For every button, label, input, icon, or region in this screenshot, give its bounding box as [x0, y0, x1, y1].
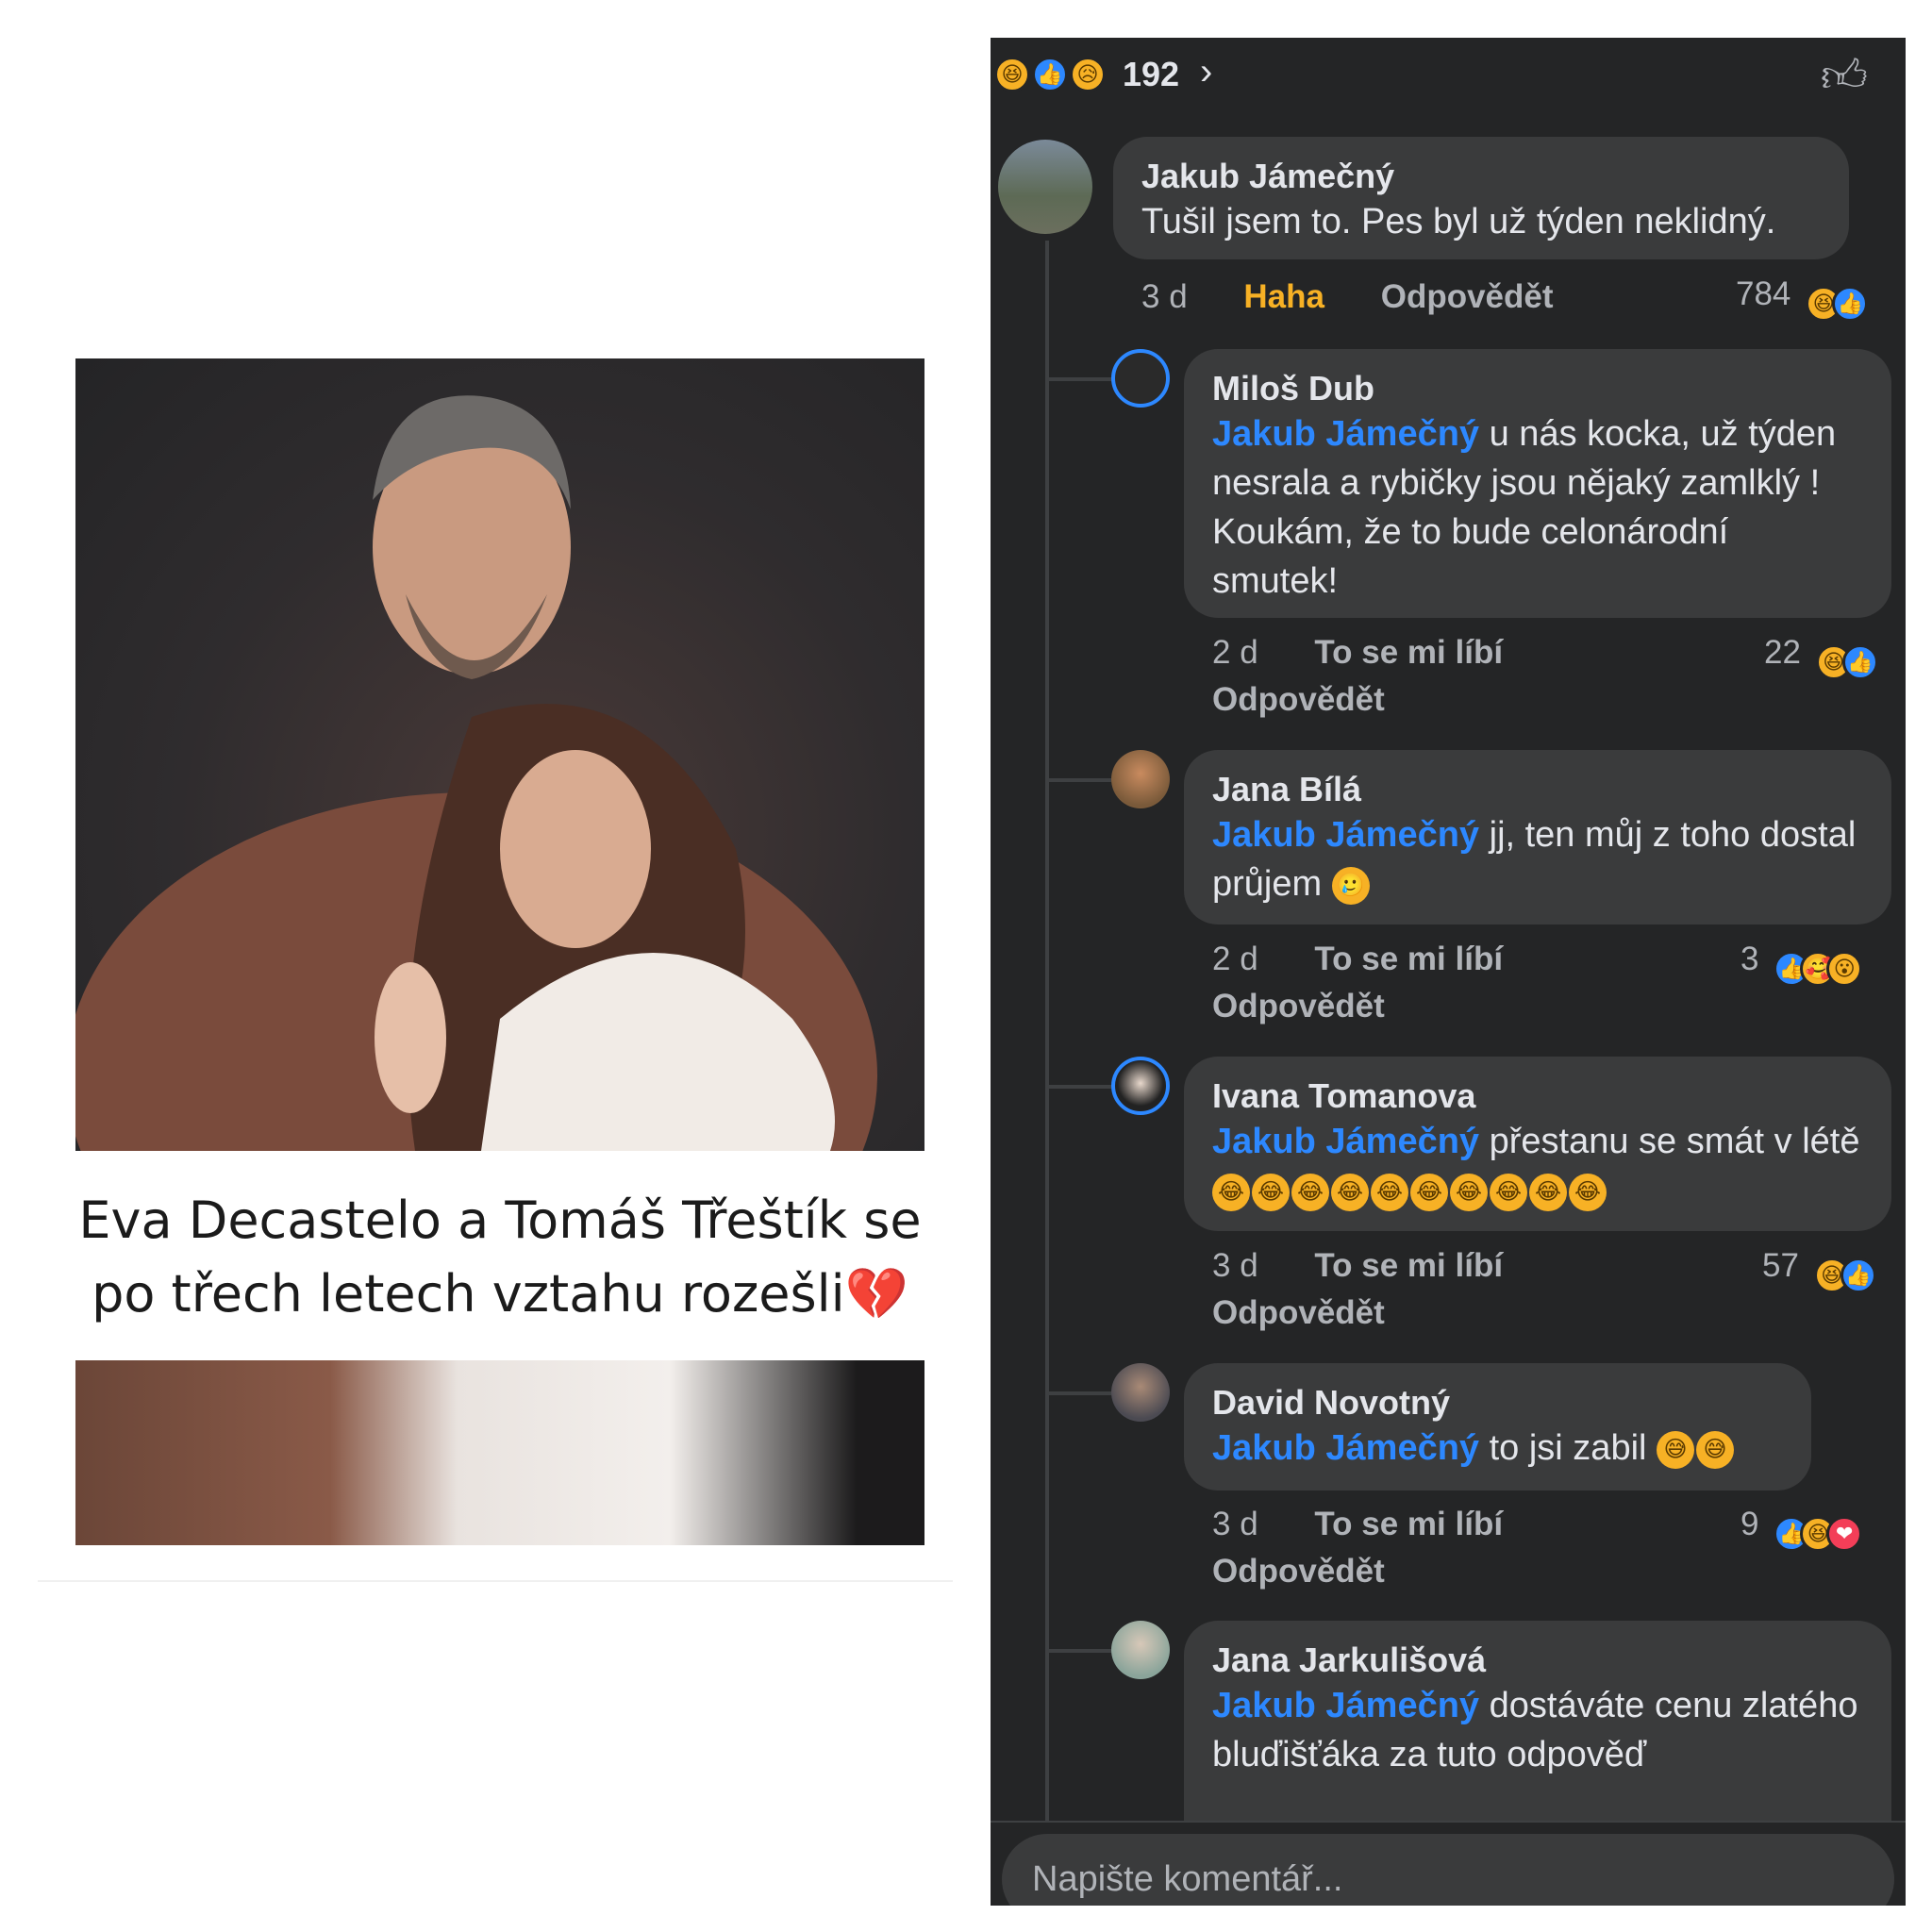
mention-link[interactable]: Jakub Jámečný: [1212, 414, 1479, 454]
avatar[interactable]: [1111, 1363, 1170, 1422]
like-button[interactable]: To se mi líbí: [1314, 634, 1503, 671]
reaction-count: 22: [1764, 634, 1801, 671]
like-button[interactable]: To se mi líbí: [1314, 941, 1503, 977]
comment-reactions[interactable]: 57 😆 👍: [1762, 1247, 1880, 1293]
reaction-count: 9: [1740, 1506, 1759, 1542]
comment-composer: Napište komentář...: [991, 1821, 1906, 1906]
sweat-smile-emoji-row: 😅 😅: [1657, 1428, 1736, 1469]
comment-text: přestanu se smát v létě: [1479, 1122, 1860, 1161]
mention-link[interactable]: Jakub Jámečný: [1212, 1122, 1479, 1161]
like-icon: 👍: [1841, 644, 1878, 680]
like-icon: 👍: [1032, 57, 1068, 92]
like-icon: 👍: [1840, 1257, 1876, 1293]
comment-actions: 3 d To se mi líbí: [1212, 1506, 1503, 1543]
comment-author[interactable]: Miloš Dub: [1212, 368, 1863, 409]
crying-face-icon: 🥲: [1331, 866, 1370, 905]
reaction-count: 784: [1736, 275, 1791, 312]
reply-button[interactable]: Odpovědět: [1381, 278, 1554, 315]
reply-connector: [1045, 1391, 1111, 1395]
comment-time: 3 d: [1212, 1247, 1258, 1284]
comment-input[interactable]: Napište komentář...: [1002, 1834, 1894, 1906]
comment-author[interactable]: Jana Bílá: [1212, 769, 1863, 810]
sad-icon: 😥: [1070, 57, 1106, 92]
comment-author[interactable]: David Novotný: [1212, 1382, 1783, 1424]
reply-connector: [1045, 1085, 1111, 1089]
comment-author[interactable]: Jana Jarkulišová: [1212, 1640, 1863, 1681]
reply-button[interactable]: Odpovědět: [1212, 988, 1385, 1025]
caption-text: Eva Decastelo a Tomáš Třeštík se po třec…: [78, 1191, 922, 1324]
comment-bubble: Jana Bílá Jakub Jámečný jj, ten můj z to…: [1184, 750, 1891, 924]
reactions-count: 192: [1123, 55, 1180, 93]
comment-reactions[interactable]: 9 👍 😆 ❤: [1740, 1506, 1875, 1552]
mention-link[interactable]: Jakub Jámečný: [1212, 1686, 1479, 1725]
post-caption: Eva Decastelo a Tomáš Třeštík se po třec…: [66, 1184, 934, 1331]
post-photo[interactable]: [75, 358, 924, 1151]
avatar[interactable]: [1111, 1621, 1170, 1679]
comments-panel: 😆 👍 😥 192 › 👍︎ Jakub Jámečný Tušil jsem …: [991, 38, 1906, 1906]
avatar[interactable]: [1111, 1057, 1170, 1115]
avatar[interactable]: [1111, 349, 1170, 408]
mention-link[interactable]: Jakub Jámečný: [1212, 815, 1479, 855]
thread-line: [1045, 241, 1049, 1835]
couple-photo-illustration: [75, 395, 877, 1151]
reaction-count: 3: [1740, 941, 1759, 977]
reply-connector: [1045, 1649, 1111, 1653]
comment-time: 2 d: [1212, 941, 1258, 977]
broken-heart-icon: 💔: [844, 1264, 908, 1324]
haha-reaction-button[interactable]: Haha: [1243, 278, 1324, 315]
post-photo-bottom: [75, 1360, 924, 1545]
post-divider: [38, 1580, 953, 1582]
comment-text: to jsi zabil: [1479, 1428, 1647, 1468]
reply-connector: [1045, 377, 1111, 381]
comment-actions: 3 d Haha Odpovědět: [1141, 278, 1554, 316]
reactions-summary[interactable]: 😆 👍 😥 192 › 👍︎: [991, 38, 1906, 113]
like-button[interactable]: To se mi líbí: [1314, 1506, 1503, 1542]
mention-link[interactable]: Jakub Jámečný: [1212, 1428, 1479, 1468]
avatar[interactable]: [998, 140, 1092, 234]
comment-author[interactable]: Ivana Tomanova: [1212, 1075, 1863, 1117]
comment-time: 2 d: [1212, 634, 1258, 671]
comment-reactions[interactable]: 3 👍🥰 😮: [1740, 941, 1875, 987]
reply-connector: [1045, 778, 1111, 782]
comment-author[interactable]: Jakub Jámečný: [1141, 156, 1821, 197]
comment-time: 3 d: [1212, 1506, 1258, 1542]
love-icon: ❤: [1826, 1516, 1863, 1552]
reply-button[interactable]: Odpovědět: [1212, 1553, 1385, 1591]
haha-icon: 😆: [994, 57, 1030, 92]
avatar[interactable]: [1111, 750, 1170, 808]
laughing-emoji-row: 😂 😂 😂 😂 😂 😂 😂 😂 😂 😂: [1212, 1171, 1608, 1211]
like-icon: 👍: [1832, 286, 1869, 322]
thumbs-up-icon[interactable]: 👍︎: [1821, 49, 1868, 104]
comment-text: Tušil jsem to. Pes byl už týden neklidný…: [1141, 202, 1776, 242]
wow-icon: 😮: [1826, 951, 1863, 987]
comment-reactions[interactable]: 22 😆 👍: [1764, 634, 1882, 680]
comment-bubble: Jakub Jámečný Tušil jsem to. Pes byl už …: [1113, 137, 1849, 259]
comment-time: 3 d: [1141, 278, 1188, 315]
comment-bubble: David Novotný Jakub Jámečný to jsi zabil…: [1184, 1363, 1811, 1491]
like-button[interactable]: To se mi líbí: [1314, 1247, 1503, 1284]
reply-button[interactable]: Odpovědět: [1212, 1294, 1385, 1332]
reply-button[interactable]: Odpovědět: [1212, 681, 1385, 719]
chevron-right-icon: ›: [1200, 51, 1213, 92]
comment-actions: 3 d To se mi líbí: [1212, 1247, 1503, 1285]
comment-bubble: Ivana Tomanova Jakub Jámečný přestanu se…: [1184, 1057, 1891, 1231]
comment-actions: 2 d To se mi líbí: [1212, 634, 1503, 672]
comment-reactions[interactable]: 784 😆 👍: [1736, 275, 1872, 322]
reaction-count: 57: [1762, 1247, 1799, 1284]
comment-bubble: Miloš Dub Jakub Jámečný u nás kocka, už …: [1184, 349, 1891, 618]
comment-actions: 2 d To se mi líbí: [1212, 941, 1503, 978]
